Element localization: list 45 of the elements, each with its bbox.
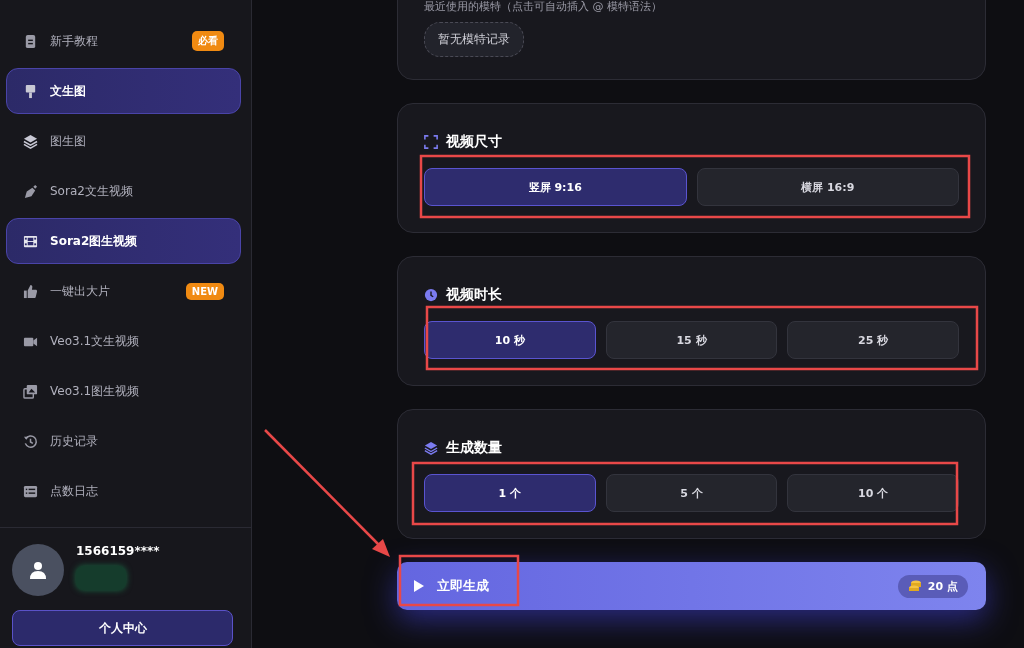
history-icon bbox=[23, 433, 38, 449]
section-title: 生成数量 bbox=[446, 439, 502, 457]
film-icon bbox=[23, 233, 38, 249]
option-button[interactable]: 竖屏 9:16 bbox=[424, 168, 687, 206]
generate-button[interactable]: 立即生成 20 点 bbox=[397, 562, 986, 610]
profile-button[interactable]: 个人中心 bbox=[12, 610, 233, 646]
book-icon bbox=[23, 33, 38, 49]
sidebar-item[interactable]: Veo3.1文生视频 bbox=[6, 318, 241, 364]
clock-icon bbox=[424, 288, 438, 302]
layers-icon bbox=[23, 133, 38, 149]
avatar bbox=[12, 544, 64, 596]
list-icon bbox=[23, 483, 38, 499]
sidebar-item[interactable]: 历史记录 bbox=[6, 418, 241, 464]
option-button[interactable]: 25 秒 bbox=[787, 321, 959, 359]
pen-icon bbox=[23, 183, 38, 199]
thumb-icon bbox=[23, 283, 38, 299]
sidebar-item[interactable]: 点数日志 bbox=[6, 468, 241, 514]
hint-text: 最近使用的模特（点击可自动插入 @ 模特语法） bbox=[424, 0, 663, 14]
option-button[interactable]: 1 个 bbox=[424, 474, 596, 512]
sidebar-item[interactable]: Sora2图生视频 bbox=[6, 218, 241, 264]
option-button[interactable]: 5 个 bbox=[605, 474, 778, 512]
brush-icon bbox=[23, 83, 38, 99]
option-button[interactable]: 横屏 16:9 bbox=[696, 168, 959, 206]
sidebar-item[interactable]: 文生图 bbox=[6, 68, 241, 114]
images-icon bbox=[23, 383, 38, 399]
section-title: 视频尺寸 bbox=[446, 133, 502, 151]
section-title: 视频时长 bbox=[446, 286, 502, 304]
sidebar-item[interactable]: 新手教程 必看 bbox=[6, 18, 241, 64]
coins-icon bbox=[907, 579, 922, 593]
user-name: 1566159**** bbox=[76, 544, 160, 558]
option-button[interactable]: 15 秒 bbox=[605, 321, 778, 359]
sidebar-item[interactable]: 图生图 bbox=[6, 118, 241, 164]
expand-icon bbox=[424, 135, 438, 149]
option-button[interactable]: 10 个 bbox=[787, 474, 959, 512]
badge: 必看 bbox=[192, 31, 224, 51]
sidebar-item[interactable]: Sora2文生视频 bbox=[6, 168, 241, 214]
cost-badge: 20 点 bbox=[897, 574, 968, 598]
badge: NEW bbox=[185, 282, 224, 300]
empty-chip: 暂无模特记录 bbox=[424, 22, 524, 57]
sidebar-item[interactable]: 一键出大片 NEW bbox=[6, 268, 241, 314]
sidebar-item[interactable]: Veo3.1图生视频 bbox=[6, 368, 241, 414]
play-icon bbox=[413, 579, 425, 593]
layers-icon bbox=[424, 441, 438, 455]
option-button[interactable]: 10 秒 bbox=[424, 321, 596, 359]
blurred-badge bbox=[76, 566, 126, 590]
